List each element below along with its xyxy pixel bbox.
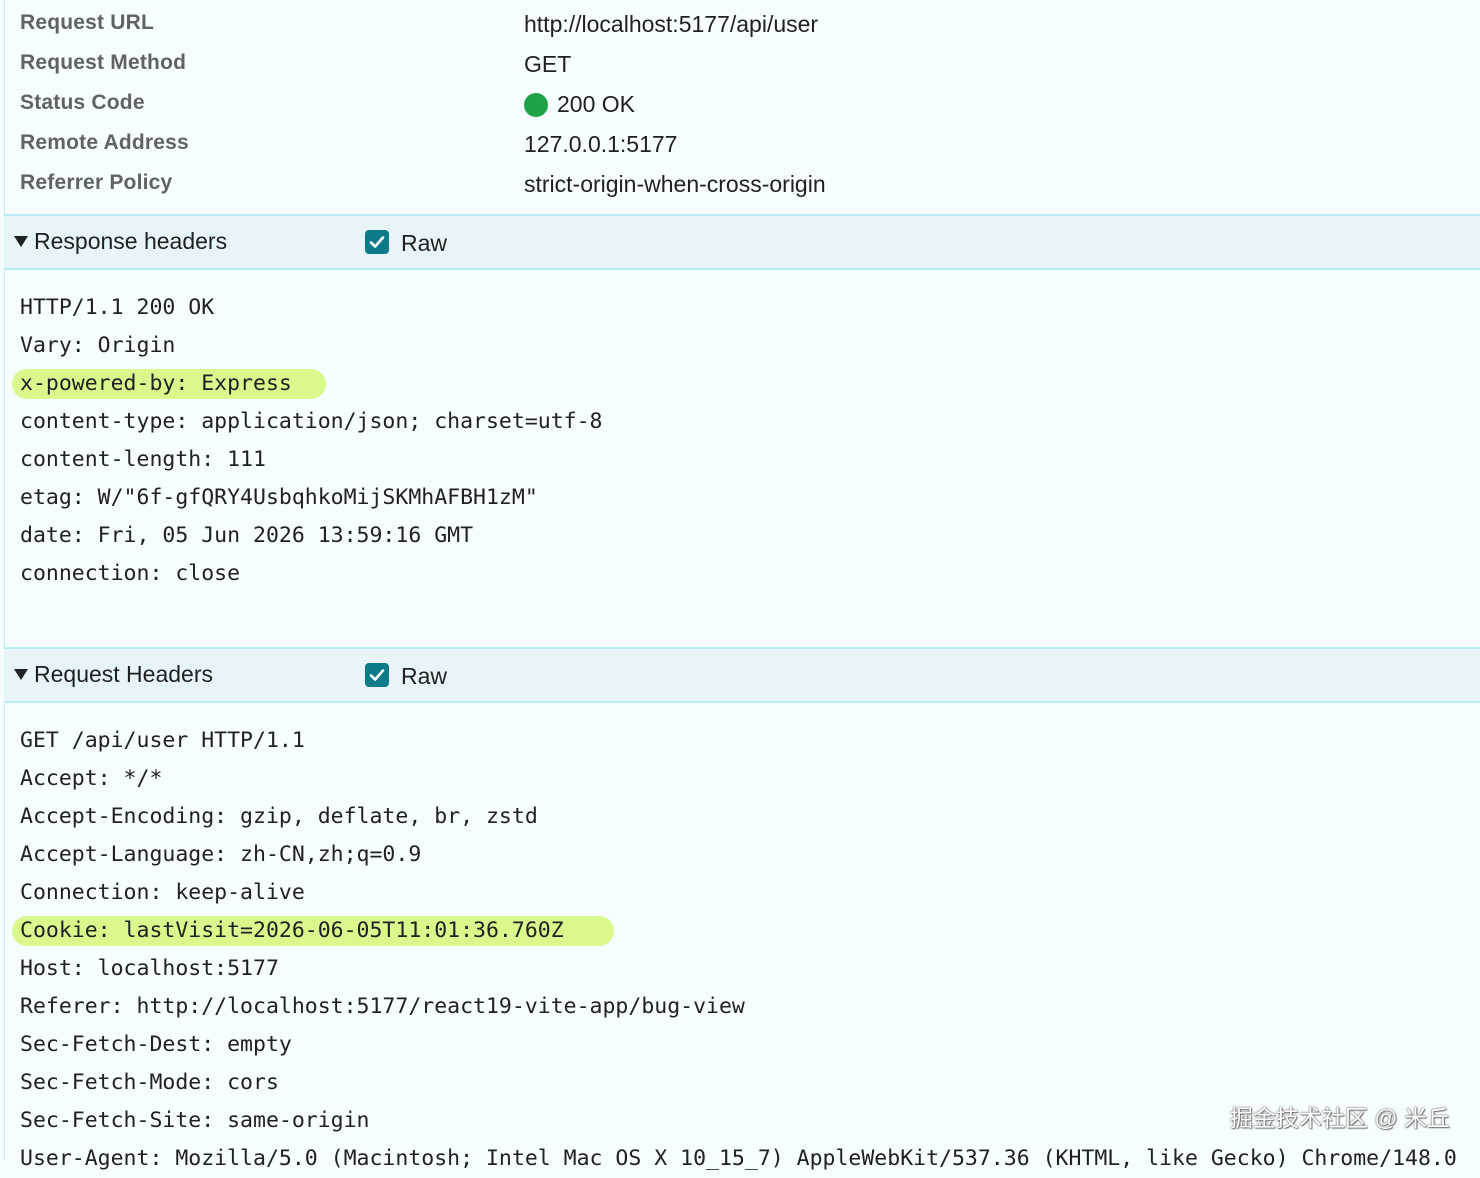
raw-header-line: Connection: keep-alive <box>20 880 305 905</box>
general-value: strict-origin-when-cross-origin <box>524 171 826 197</box>
expand-triangle-icon[interactable] <box>14 669 28 680</box>
request-raw-label[interactable]: Raw <box>401 663 447 690</box>
general-key: Remote Address <box>20 131 189 154</box>
general-key: Status Code <box>20 91 145 114</box>
general-row-request-url: Request URL http://localhost:5177/api/us… <box>0 3 1480 43</box>
request-headers-header[interactable]: Request Headers Raw <box>4 647 1480 703</box>
response-headers-title[interactable]: Response headers <box>34 228 227 255</box>
raw-header-line: content-type: application/json; charset=… <box>20 409 603 434</box>
highlighted-header-line: Cookie: lastVisit=2026-06-05T11:01:36.76… <box>12 912 1457 950</box>
general-value[interactable]: http://localhost:5177/api/user <box>524 11 818 38</box>
raw-header-line: Referer: http://localhost:5177/react19-v… <box>20 994 745 1019</box>
general-row-request-method: Request Method GET <box>0 43 1480 83</box>
raw-header-line: Vary: Origin <box>20 333 176 358</box>
response-headers-raw: HTTP/1.1 200 OK Vary: Origin x-powered-b… <box>11 289 603 593</box>
highlighted-header-line: x-powered-by: Express <box>11 365 602 403</box>
raw-header-line: Accept: */* <box>20 766 163 791</box>
general-key: Request URL <box>20 11 155 34</box>
raw-header-line: etag: W/"6f-gfQRY4UsbqhkoMijSKMhAFBH1zM" <box>20 485 538 510</box>
general-row-status-code: Status Code 200 OK <box>0 83 1480 123</box>
request-headers-title[interactable]: Request Headers <box>34 661 213 688</box>
raw-header-line: content-length: 111 <box>20 447 266 472</box>
request-raw-checkbox[interactable] <box>365 663 389 687</box>
raw-header-line: GET /api/user HTTP/1.1 <box>20 728 305 753</box>
checkmark-icon <box>369 236 385 248</box>
expand-triangle-icon[interactable] <box>14 236 28 247</box>
raw-header-line: Accept-Language: zh-CN,zh;q=0.9 <box>20 842 422 867</box>
general-value: GET <box>524 51 572 77</box>
raw-header-line: Accept-Encoding: gzip, deflate, br, zstd <box>20 804 538 829</box>
general-key: Referrer Policy <box>20 171 173 194</box>
checkmark-icon <box>369 669 385 681</box>
general-row-remote-address: Remote Address 127.0.0.1:5177 <box>0 123 1480 163</box>
raw-header-line: date: Fri, 05 Jun 2026 13:59:16 GMT <box>20 523 474 548</box>
response-raw-checkbox[interactable] <box>365 230 389 254</box>
response-raw-label[interactable]: Raw <box>401 230 447 257</box>
raw-header-line: Host: localhost:5177 <box>20 956 279 981</box>
raw-header-line: Sec-Fetch-Dest: empty <box>20 1032 292 1057</box>
general-value: 200 OK <box>524 91 635 118</box>
general-row-referrer-policy: Referrer Policy strict-origin-when-cross… <box>0 163 1480 203</box>
watermark: 掘金技术社区 @ 米丘 <box>1229 1105 1450 1131</box>
raw-header-line: HTTP/1.1 200 OK <box>20 295 215 320</box>
raw-header-line: User-Agent: Mozilla/5.0 (Macintosh; Inte… <box>20 1146 1457 1171</box>
raw-header-line: Sec-Fetch-Mode: cors <box>20 1070 279 1095</box>
response-headers-header[interactable]: Response headers Raw <box>4 214 1480 270</box>
status-ok-icon <box>524 92 548 117</box>
general-key: Request Method <box>20 51 187 74</box>
raw-header-line: connection: close <box>20 561 241 586</box>
general-value: 127.0.0.1:5177 <box>524 131 678 157</box>
